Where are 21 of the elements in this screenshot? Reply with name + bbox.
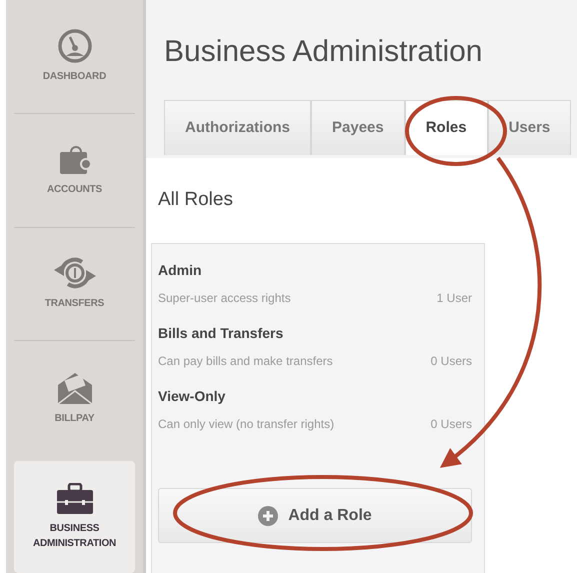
add-role-button[interactable]: Add a Role [158,488,472,543]
page-title: Business Administration [164,34,484,70]
tab[interactable]: Users [488,100,572,155]
tab[interactable]: Roles [404,100,488,155]
user-count: 1 User [436,290,472,306]
tab[interactable]: Authorizations [164,100,311,155]
user-count: 0 Users [430,416,472,432]
role-name: View-Only [158,386,226,406]
role-description: Can only view (no transfer rights) [158,416,334,432]
sidebar-item[interactable]: ACCOUNTS [14,114,135,228]
sidebar-item[interactable]: DASHBOARD [14,0,135,114]
sidebar-item[interactable]: BILLPAY [14,341,135,456]
section-title: All Roles [158,188,234,212]
role-description: Can pay bills and make transfers [158,352,333,370]
role-name: Bills and Transfers [158,324,284,342]
role-name: Admin [158,260,203,280]
sidebar-item[interactable]: TRANSFERS [14,228,135,342]
user-count: 0 Users [430,352,472,370]
tab[interactable]: Payees [311,100,405,155]
role-description: Super-user access rights [158,290,291,306]
sidebar-item[interactable]: BUSINESS ADMINISTRATION [14,461,135,573]
